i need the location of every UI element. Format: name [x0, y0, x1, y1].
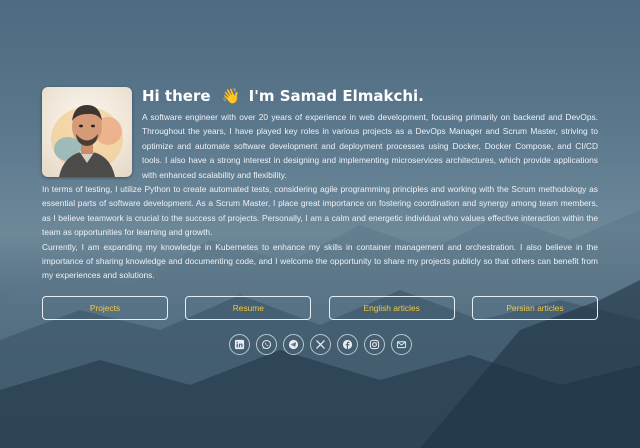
facebook-icon[interactable] [336, 333, 358, 355]
bio-paragraph-3: Currently, I am expanding my knowledge i… [42, 241, 598, 281]
greeting-prefix: Hi there [142, 87, 211, 105]
linkedin-icon[interactable] [228, 333, 250, 355]
projects-button[interactable]: Projects [42, 295, 168, 320]
intro-row: Hi there 👋 I'm Samad Elmakchi. A softwar… [42, 86, 598, 182]
instagram-icon[interactable] [363, 333, 385, 355]
x-twitter-icon[interactable] [309, 333, 331, 355]
intro-text: Hi there 👋 I'm Samad Elmakchi. A softwar… [142, 86, 598, 182]
email-icon[interactable] [390, 333, 412, 355]
english-articles-button[interactable]: English articles [328, 295, 455, 320]
resume-button[interactable]: Resume [185, 295, 312, 320]
greeting-name: I'm Samad Elmakchi. [248, 87, 424, 105]
persian-articles-button[interactable]: Persian articles [471, 295, 598, 320]
nav-buttons: Projects Resume English articles Persian… [42, 295, 598, 320]
social-links [42, 333, 598, 355]
profile-card: Hi there 👋 I'm Samad Elmakchi. A softwar… [42, 86, 598, 355]
waving-hand-icon: 👋 [221, 87, 241, 105]
bio-paragraph-1: A software engineer with over 20 years o… [142, 112, 598, 180]
greeting-heading: Hi there 👋 I'm Samad Elmakchi. [142, 87, 598, 105]
whatsapp-icon[interactable] [255, 333, 277, 355]
bio-paragraph-2: In terms of testing, I utilize Python to… [42, 184, 598, 238]
telegram-icon[interactable] [282, 333, 304, 355]
portrait-illustration-icon [51, 105, 123, 177]
avatar [42, 87, 132, 177]
